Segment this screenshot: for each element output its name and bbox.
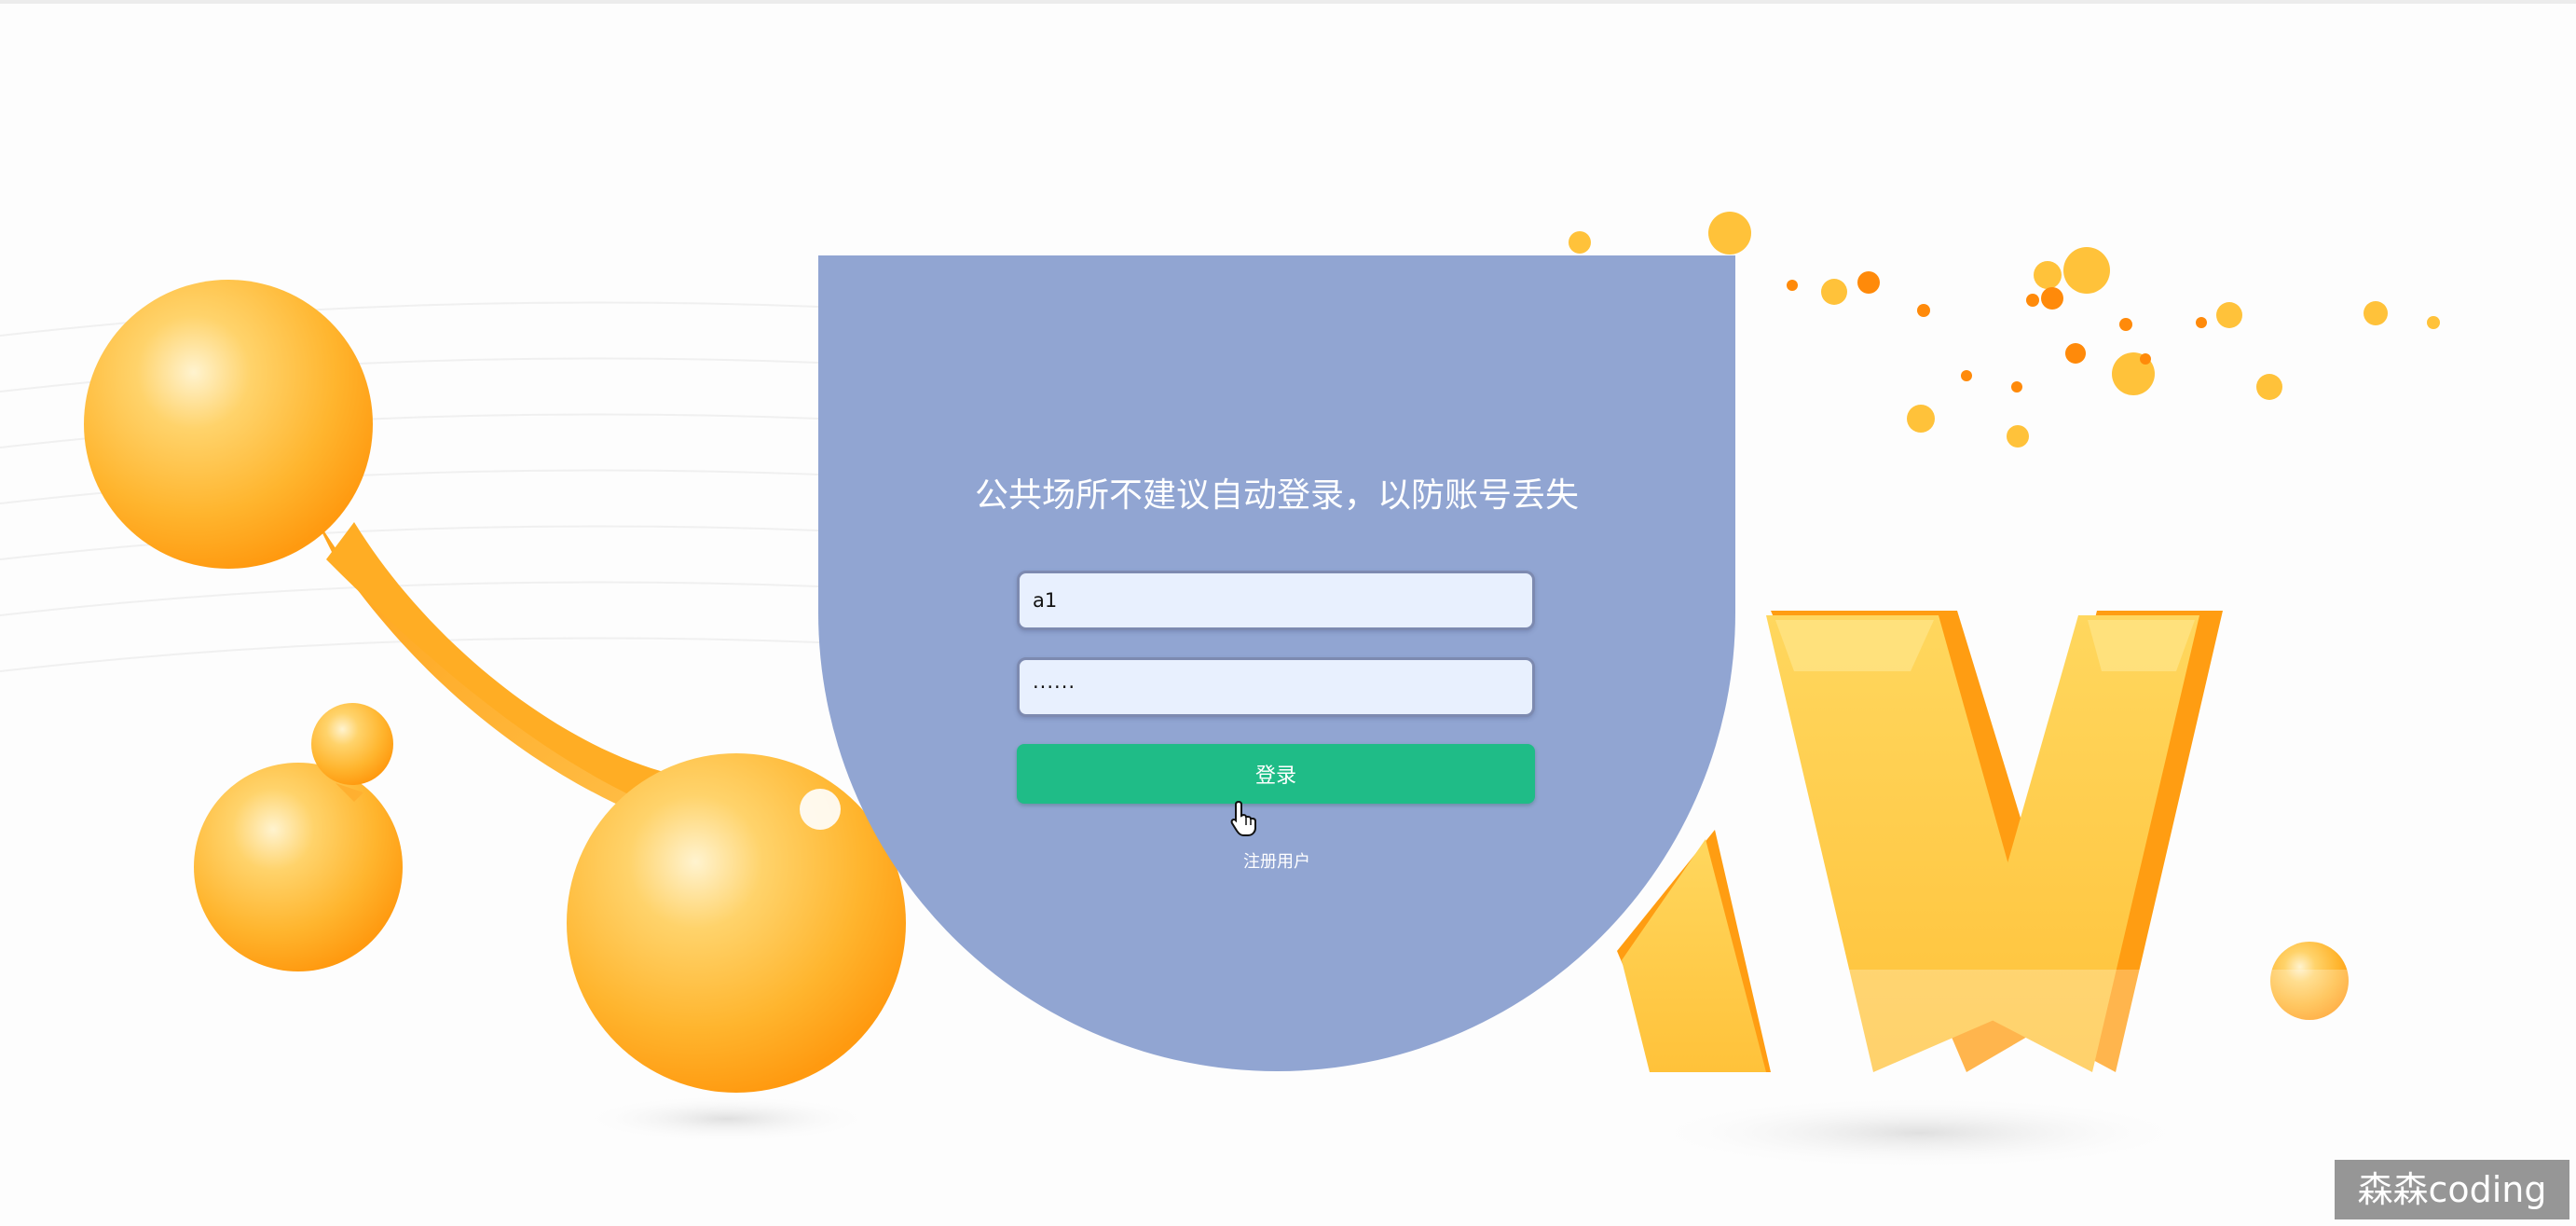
- login-button[interactable]: 登录: [1017, 744, 1535, 804]
- molecule-sphere-small: [194, 763, 403, 971]
- molecule-sphere-bottom: [567, 753, 906, 1093]
- login-page: 公共场所不建议自动登录，以防账号丢失 登录 注册用户 森森coding: [0, 0, 2576, 1226]
- username-input[interactable]: [1017, 571, 1535, 630]
- login-notice: 公共场所不建议自动登录，以防账号丢失: [974, 476, 1579, 515]
- password-input[interactable]: [1017, 657, 1535, 717]
- register-link[interactable]: 注册用户: [818, 852, 1735, 873]
- molecule-sphere-large: [84, 280, 373, 569]
- hand-pointer-icon: [1230, 800, 1256, 836]
- watermark-label: 森森coding: [2335, 1160, 2569, 1219]
